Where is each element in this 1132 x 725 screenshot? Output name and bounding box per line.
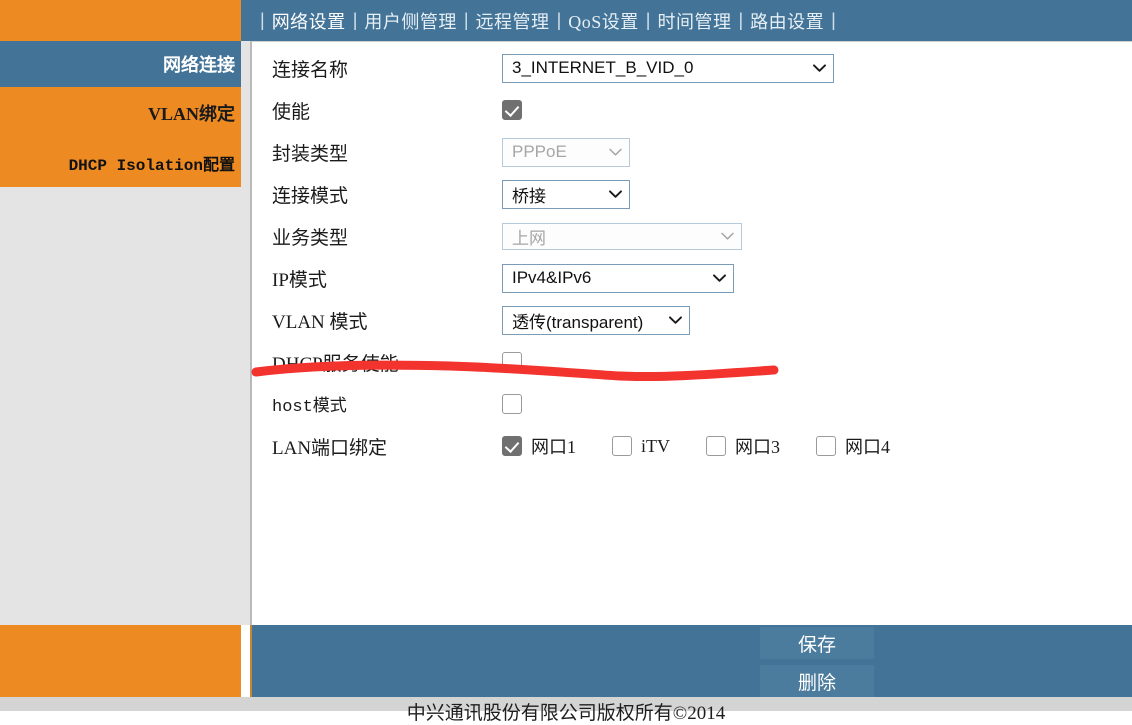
nav-tab-time-management[interactable]: 时间管理 <box>657 8 731 34</box>
enable-checkbox[interactable] <box>502 100 522 120</box>
service-type-select: 上网 <box>502 222 742 250</box>
form-row-vlan-mode: VLAN 模式 透传(transparent) <box>272 299 926 341</box>
connection-name-select[interactable]: 3_INTERNET_B_VID_0 <box>502 53 834 83</box>
enable-label: 使能 <box>272 101 311 123</box>
form-row-lan-port-binding: LAN端口绑定 网口1 iTV 网口3 网口4 <box>272 425 926 467</box>
ip-mode-label: IP模式 <box>272 269 327 291</box>
lan-port-1-checkbox[interactable] <box>502 436 522 456</box>
connection-mode-value: 桥接 <box>512 186 546 206</box>
service-type-label: 业务类型 <box>272 227 349 249</box>
chevron-down-icon <box>669 316 682 324</box>
form-row-dhcp-service-enable: DHCP服务使能 <box>272 341 926 383</box>
chevron-down-icon <box>713 274 726 282</box>
host-mode-label: host模式 <box>272 398 347 417</box>
service-type-value: 上网 <box>512 228 546 248</box>
nav-separator: | <box>352 10 358 30</box>
ip-mode-select[interactable]: IPv4&IPv6 <box>502 263 734 293</box>
main-navigation: | 网络设置 | 用户侧管理 | 远程管理 | QoS设置 | 时间管理 | 路… <box>241 0 1132 41</box>
sidebar-item-network-connection[interactable]: 网络连接 <box>0 41 241 87</box>
nav-tab-routing-settings[interactable]: 路由设置 <box>750 8 824 34</box>
dhcp-service-enable-label: DHCP服务使能 <box>272 353 399 375</box>
lan-port-4-checkbox[interactable] <box>816 436 836 456</box>
chevron-down-icon <box>609 148 622 156</box>
lan-port-binding-label: LAN端口绑定 <box>272 437 388 459</box>
lan-port-itv-label: iTV <box>641 435 670 456</box>
sidebar-item-label: 网络连接 <box>163 55 235 75</box>
nav-separator: | <box>463 10 469 30</box>
action-bar: 保存 删除 <box>250 625 1132 697</box>
lan-port-itv-checkbox[interactable] <box>612 436 632 456</box>
lan-port-checkbox-group: 网口1 iTV 网口3 网口4 <box>502 433 926 459</box>
form-row-encapsulation-type: 封装类型 PPPoE <box>272 131 926 173</box>
encapsulation-type-label: 封装类型 <box>272 143 349 165</box>
sidebar-item-label: DHCP Isolation配置 <box>68 157 235 175</box>
sidebar-bottom-orange-block <box>0 625 241 697</box>
connection-name-value: 3_INTERNET_B_VID_0 <box>512 58 694 77</box>
chevron-down-icon <box>721 232 734 240</box>
panel-gutter <box>241 41 250 625</box>
vlan-mode-value: 透传(transparent) <box>512 312 644 332</box>
copyright-text: 中兴通讯股份有限公司版权所有©2014 <box>406 703 726 724</box>
nav-tab-network-settings[interactable]: 网络设置 <box>272 8 346 34</box>
sidebar-item-vlan-binding[interactable]: VLAN绑定 <box>0 87 241 139</box>
sidebar: 网络连接 VLAN绑定 DHCP Isolation配置 <box>0 41 241 697</box>
lan-port-item: 网口1 <box>502 433 576 459</box>
vlan-mode-label: VLAN 模式 <box>272 311 368 333</box>
form-row-host-mode: host模式 <box>272 383 926 425</box>
chevron-down-icon <box>813 64 826 72</box>
nav-separator: | <box>738 10 744 30</box>
lan-port-4-label: 网口4 <box>845 437 890 457</box>
form-row-connection-mode: 连接模式 桥接 <box>272 173 926 215</box>
network-connection-form: 连接名称 3_INTERNET_B_VID_0 使能 封装类型 PPPoE 连接… <box>272 47 926 467</box>
nav-tab-remote-management[interactable]: 远程管理 <box>476 8 550 34</box>
nav-separator: | <box>831 10 836 30</box>
ip-mode-value: IPv4&IPv6 <box>512 268 592 287</box>
sidebar-item-dhcp-isolation-config[interactable]: DHCP Isolation配置 <box>0 139 241 187</box>
vlan-mode-select[interactable]: 透传(transparent) <box>502 305 690 335</box>
lan-port-item: 网口3 <box>706 433 780 459</box>
connection-name-label: 连接名称 <box>272 59 349 81</box>
save-button[interactable]: 保存 <box>760 627 874 659</box>
lan-port-1-label: 网口1 <box>531 437 576 457</box>
nav-tab-user-side-management[interactable]: 用户侧管理 <box>364 8 457 34</box>
nav-separator: | <box>260 10 265 30</box>
lan-port-3-checkbox[interactable] <box>706 436 726 456</box>
lan-port-item: 网口4 <box>816 433 890 459</box>
form-row-ip-mode: IP模式 IPv4&IPv6 <box>272 257 926 299</box>
dhcp-service-enable-checkbox[interactable] <box>502 352 522 372</box>
host-mode-checkbox[interactable] <box>502 394 522 414</box>
form-row-enable: 使能 <box>272 89 926 131</box>
form-row-service-type: 业务类型 上网 <box>272 215 926 257</box>
nav-separator: | <box>556 10 562 30</box>
nav-tab-qos-settings[interactable]: QoS设置 <box>568 8 639 34</box>
lan-port-item: iTV <box>612 436 670 457</box>
nav-separator: | <box>645 10 651 30</box>
header-orange-band <box>0 0 241 41</box>
form-row-connection-name: 连接名称 3_INTERNET_B_VID_0 <box>272 47 926 89</box>
delete-button[interactable]: 删除 <box>760 665 874 697</box>
encapsulation-type-value: PPPoE <box>512 142 567 161</box>
connection-mode-select[interactable]: 桥接 <box>502 179 630 209</box>
encapsulation-type-select: PPPoE <box>502 137 630 167</box>
sidebar-item-label: VLAN绑定 <box>147 104 235 124</box>
lan-port-3-label: 网口3 <box>735 437 780 457</box>
chevron-down-icon <box>609 190 622 198</box>
connection-mode-label: 连接模式 <box>272 185 349 207</box>
